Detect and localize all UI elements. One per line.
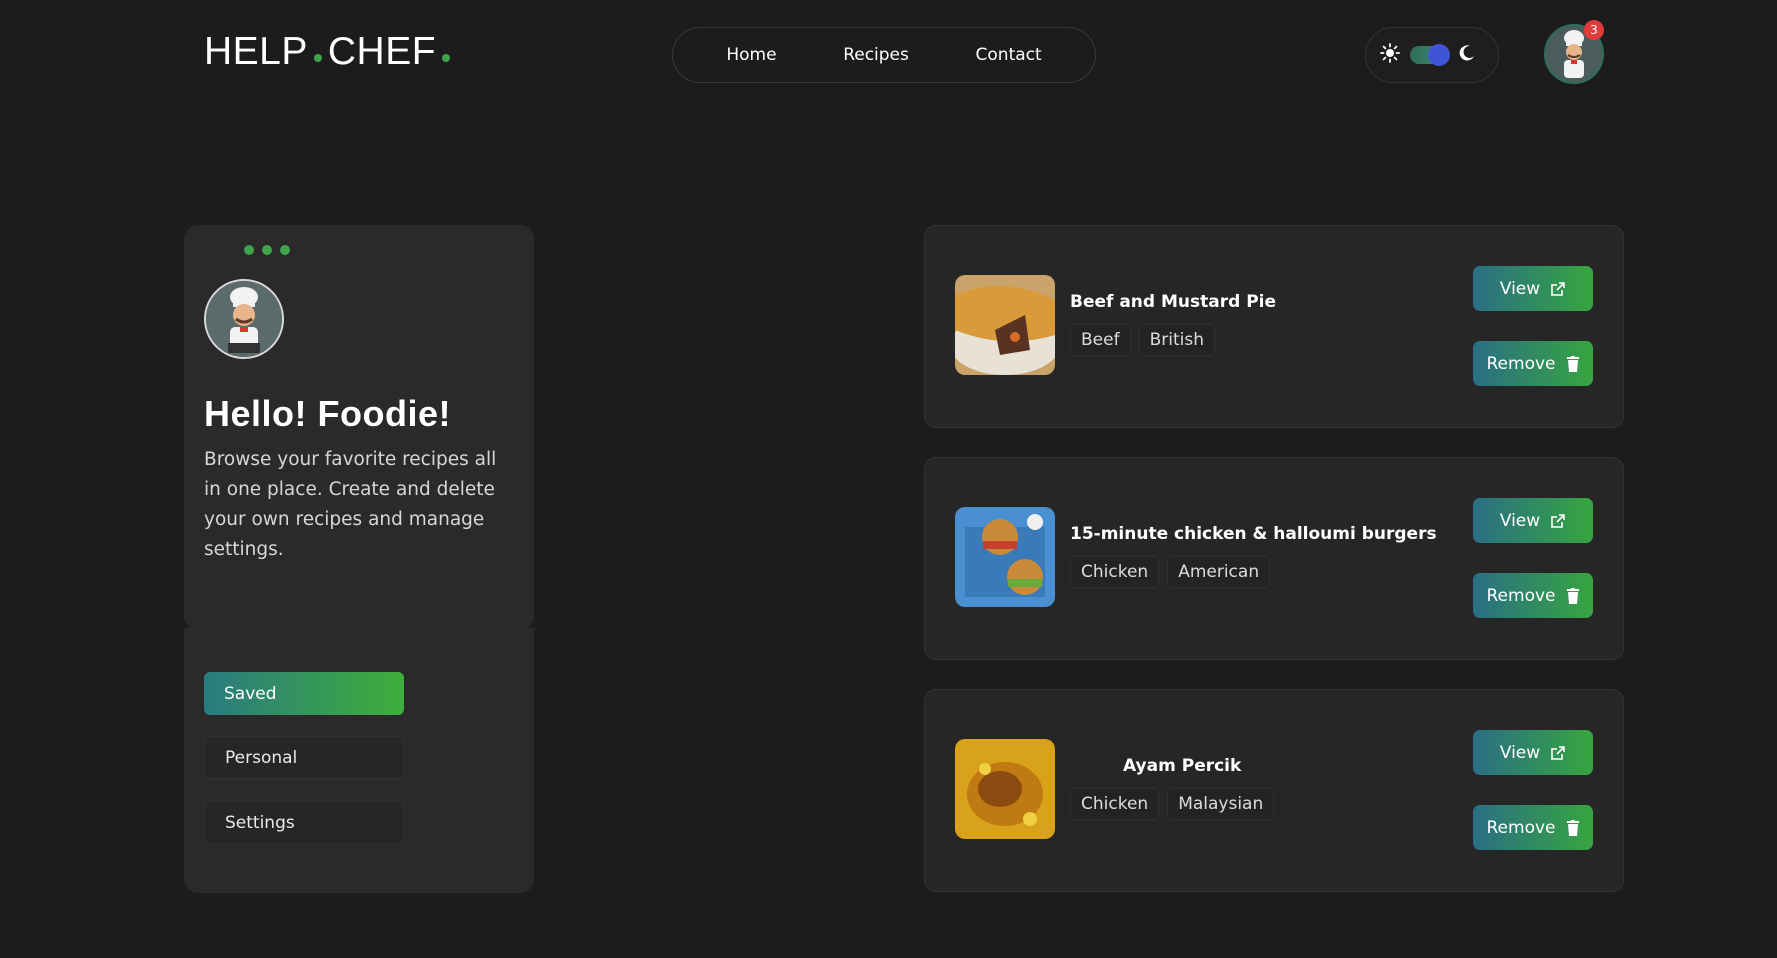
nav-home[interactable]: Home — [726, 45, 776, 65]
remove-button-label: Remove — [1486, 353, 1556, 374]
recipe-tag: British — [1138, 324, 1215, 356]
recipe-tags: Chicken Malaysian — [1070, 788, 1275, 820]
profile-card: Hello! Foodie! Browse your favorite reci… — [184, 225, 534, 630]
moon-icon — [1458, 44, 1476, 66]
menu-item-saved[interactable]: Saved — [204, 672, 404, 715]
recipe-image — [955, 507, 1055, 607]
menu-item-settings[interactable]: Settings — [204, 801, 404, 844]
view-button-label: View — [1499, 510, 1541, 531]
recipe-card: Beef and Mustard Pie Beef British View R… — [924, 225, 1624, 428]
remove-button-label: Remove — [1486, 585, 1556, 606]
view-button-label: View — [1499, 278, 1541, 299]
chef-avatar-icon — [206, 281, 282, 357]
logo-dot-end — [442, 54, 451, 62]
switch-knob — [1428, 44, 1450, 66]
notification-badge: 3 — [1584, 20, 1604, 40]
page: HELP CHEF Home Recipes Contact 3 Hello! … — [0, 0, 1777, 958]
logo[interactable]: HELP CHEF — [204, 30, 451, 74]
nav-recipes[interactable]: Recipes — [843, 45, 909, 65]
trash-icon — [1566, 819, 1580, 836]
view-button[interactable]: View — [1473, 498, 1593, 543]
view-button[interactable]: View — [1473, 730, 1593, 775]
external-link-icon — [1550, 513, 1566, 529]
recipe-image — [955, 739, 1055, 839]
recipe-card: 15-minute chicken & halloumi burgers Chi… — [924, 457, 1624, 660]
trash-icon — [1566, 587, 1580, 604]
profile-menu: Saved Personal Settings — [184, 628, 534, 893]
profile-description: Browse your favorite recipes all in one … — [204, 449, 497, 560]
recipe-image — [955, 275, 1055, 375]
theme-switch[interactable] — [1410, 44, 1450, 66]
remove-button-label: Remove — [1486, 817, 1556, 838]
view-button[interactable]: View — [1473, 266, 1593, 311]
recipe-card: Ayam Percik Chicken Malaysian View Remov… — [924, 689, 1624, 892]
recipe-tag: Chicken — [1070, 788, 1160, 820]
recipe-title[interactable]: Ayam Percik — [1123, 756, 1241, 776]
greeting-heading: Hello! Foodie! — [204, 393, 451, 434]
main-nav: Home Recipes Contact — [672, 27, 1096, 83]
recipe-tags: Beef British — [1070, 324, 1215, 356]
recipe-title[interactable]: Beef and Mustard Pie — [1070, 292, 1276, 312]
logo-text-help: HELP — [204, 30, 308, 73]
sun-icon — [1380, 43, 1400, 67]
window-dots — [244, 245, 514, 255]
recipe-tags: Chicken American — [1070, 556, 1271, 588]
nav-contact[interactable]: Contact — [976, 45, 1042, 65]
recipe-title[interactable]: 15-minute chicken & halloumi burgers — [1070, 524, 1437, 544]
recipe-tag: Chicken — [1070, 556, 1160, 588]
trash-icon — [1566, 355, 1580, 372]
remove-button[interactable]: Remove — [1473, 805, 1593, 850]
menu-item-personal[interactable]: Personal — [204, 736, 404, 779]
recipe-tag: American — [1167, 556, 1271, 588]
recipe-tag: Malaysian — [1167, 788, 1275, 820]
remove-button[interactable]: Remove — [1473, 341, 1593, 386]
logo-dot — [313, 54, 322, 62]
logo-text-chef: CHEF — [327, 30, 437, 73]
view-button-label: View — [1499, 742, 1541, 763]
recipe-tag: Beef — [1070, 324, 1131, 356]
remove-button[interactable]: Remove — [1473, 573, 1593, 618]
profile-avatar — [204, 279, 284, 359]
external-link-icon — [1550, 745, 1566, 761]
theme-toggle[interactable] — [1365, 27, 1499, 83]
external-link-icon — [1550, 281, 1566, 297]
